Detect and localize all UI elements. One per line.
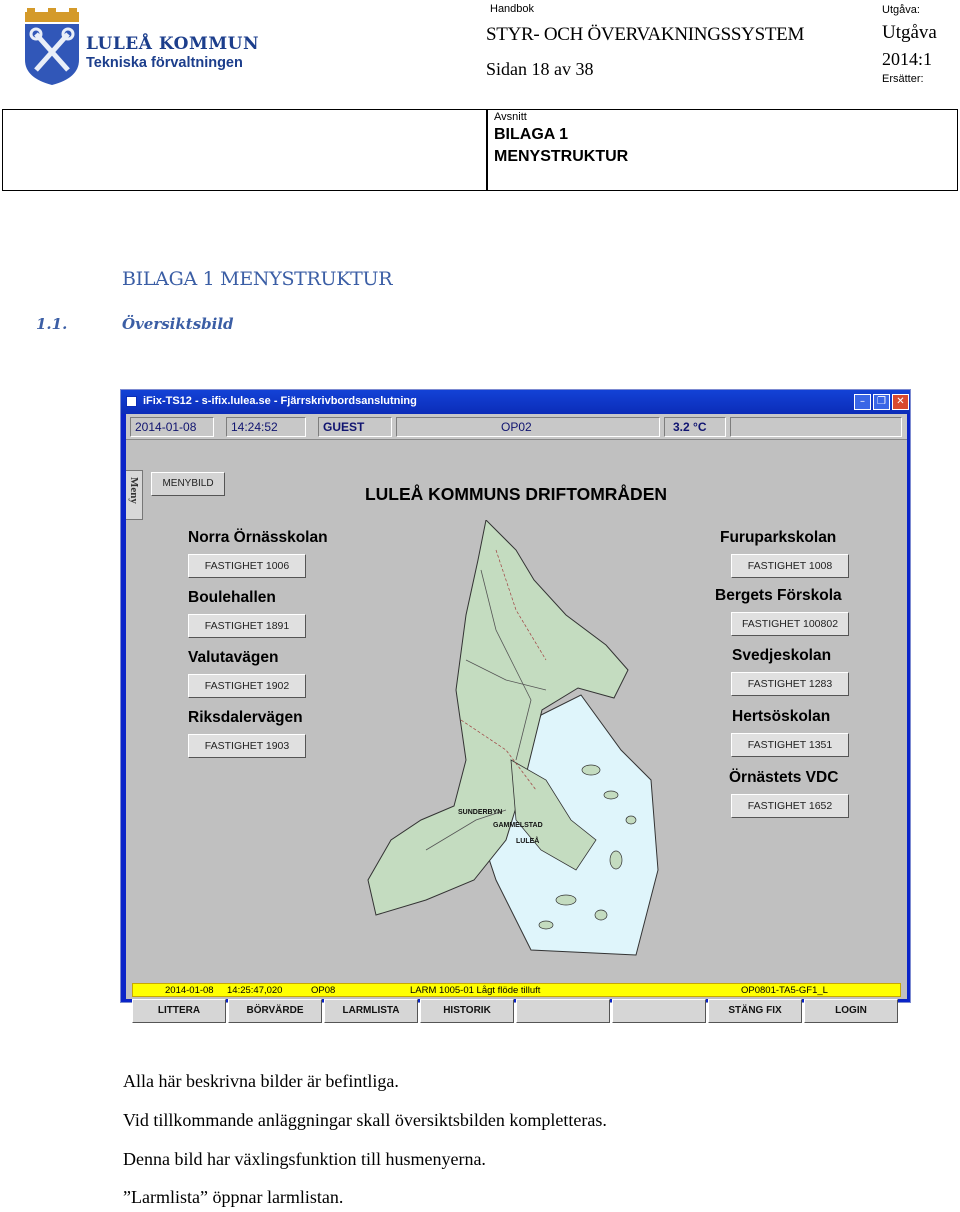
subheading-title: Översiktsbild (122, 315, 234, 333)
lulea-area-map: SUNDERBYN GAMMELSTAD LULEÅ (367, 520, 659, 956)
blank-function-key-5[interactable] (516, 999, 610, 1023)
larmlista-button[interactable]: LARMLISTA (324, 999, 418, 1023)
fastighet-1902-button[interactable]: FASTIGHET 1902 (188, 674, 306, 698)
site-name-boulehallen: Boulehallen (188, 589, 276, 606)
body-paragraph-3: Denna bild har växlingsfunktion till hus… (123, 1149, 486, 1169)
lulea-coat-of-arms-logo (25, 8, 79, 85)
borvarde-button[interactable]: BÖRVÄRDE (228, 999, 322, 1023)
body-paragraph-2: Vid tillkommande anläggningar skall över… (123, 1110, 607, 1130)
handbook-label: Handbok (490, 3, 535, 15)
header-divider (486, 109, 488, 191)
map-label-gammelstad: GAMMELSTAD (493, 822, 543, 829)
app-client-area: 2014-01-08 14:24:52 GUEST OP02 3.2 °C Me… (126, 414, 907, 1023)
site-name-norra-ornasskolan: Norra Örnässkolan (188, 529, 328, 546)
section-label: Avsnitt (494, 111, 527, 123)
site-name-hertsoskolan: Hertsöskolan (732, 708, 831, 725)
historik-button[interactable]: HISTORIK (420, 999, 514, 1023)
org-name: LULEÅ KOMMUN (86, 34, 259, 54)
status-date: 2014-01-08 (130, 417, 214, 437)
section-title-line1: BILAGA 1 (494, 126, 569, 143)
restore-icon[interactable]: ❐ (873, 394, 890, 410)
replaces-label: Ersätter: (882, 73, 924, 85)
window-title: iFix-TS12 - s-ifix.lulea.se - Fjärrskriv… (143, 395, 417, 407)
close-icon[interactable]: ✕ (892, 394, 909, 410)
fastighet-1903-button[interactable]: FASTIGHET 1903 (188, 734, 306, 758)
status-empty-field (730, 417, 902, 437)
site-name-svedjeskolan: Svedjeskolan (732, 647, 832, 664)
alarm-message: LARM 1005-01 Lågt flöde tilluft (410, 985, 541, 996)
document-heading: BILAGA 1 MENYSTRUKTUR (122, 268, 393, 290)
page-number: Sidan 18 av 38 (486, 59, 594, 79)
status-bar: 2014-01-08 14:24:52 GUEST OP02 3.2 °C (126, 414, 907, 440)
body-paragraph-1: Alla här beskrivna bilder är befintliga. (123, 1071, 399, 1091)
alarm-tag: OP0801-TA5-GF1_L (741, 985, 828, 996)
site-name-ornastets-vdc: Örnästets VDC (729, 769, 839, 786)
function-key-bar: LITTERA BÖRVÄRDE LARMLISTA HISTORIK STÄN… (132, 999, 901, 1023)
handbook-title: STYR- OCH ÖVERVAKNINGSSYSTEM (486, 24, 805, 45)
edition-number: 2014:1 (882, 49, 933, 69)
overview-canvas: Meny MENYBILD LULEÅ KOMMUNS DRIFTOMRÅDEN… (126, 440, 907, 1023)
fastighet-1652-button[interactable]: FASTIGHET 1652 (731, 794, 849, 818)
status-temperature: 3.2 °C (664, 417, 726, 437)
edition-label: Utgåva: (882, 4, 920, 16)
site-name-bergets-forskola: Bergets Förskola (715, 587, 842, 604)
subheading-number: 1.1. (36, 315, 68, 333)
body-paragraph-4: ”Larmlista” öppnar larmlistan. (123, 1187, 344, 1207)
fastighet-1891-button[interactable]: FASTIGHET 1891 (188, 614, 306, 638)
app-icon (126, 396, 137, 407)
blank-function-key-6[interactable] (612, 999, 706, 1023)
menu-tab-label: Meny (128, 477, 140, 504)
menybild-button[interactable]: MENYBILD (151, 472, 225, 496)
site-name-riksdalervagen: Riksdalervägen (188, 709, 303, 726)
fastighet-1008-button[interactable]: FASTIGHET 1008 (731, 554, 849, 578)
edition-value: Utgåva (882, 22, 937, 43)
alarm-time: 14:25:47,020 (227, 985, 283, 996)
org-subtitle: Tekniska förvaltningen (86, 55, 243, 71)
status-node: OP02 (396, 417, 660, 437)
littera-button[interactable]: LITTERA (132, 999, 226, 1023)
fastighet-1283-button[interactable]: FASTIGHET 1283 (731, 672, 849, 696)
section-title-line2: MENYSTRUKTUR (494, 148, 629, 165)
map-label-sunderbyn: SUNDERBYN (458, 809, 502, 816)
site-name-furuparkskolan: Furuparkskolan (720, 529, 837, 546)
minimize-icon[interactable]: – (854, 394, 871, 410)
overview-title: LULEÅ KOMMUNS DRIFTOMRÅDEN (364, 484, 668, 504)
map-label-lulea: LULEÅ (516, 836, 539, 845)
fastighet-100802-button[interactable]: FASTIGHET 100802 (731, 612, 849, 636)
alarm-bar[interactable]: 2014-01-08 14:25:47,020 OP08 LARM 1005-0… (126, 983, 907, 997)
fastighet-1006-button[interactable]: FASTIGHET 1006 (188, 554, 306, 578)
login-button[interactable]: LOGIN (804, 999, 898, 1023)
site-name-valutavagen: Valutavägen (188, 649, 279, 666)
header-table (2, 109, 958, 191)
app-window-screenshot: iFix-TS12 - s-ifix.lulea.se - Fjärrskriv… (120, 389, 911, 1023)
alarm-node: OP08 (311, 985, 336, 996)
menu-tab[interactable]: Meny (126, 470, 143, 520)
fastighet-1351-button[interactable]: FASTIGHET 1351 (731, 733, 849, 757)
alarm-line[interactable]: 2014-01-08 14:25:47,020 OP08 LARM 1005-0… (132, 983, 901, 997)
status-time: 14:24:52 (226, 417, 306, 437)
status-user: GUEST (318, 417, 392, 437)
alarm-date: 2014-01-08 (165, 985, 214, 996)
window-titlebar: iFix-TS12 - s-ifix.lulea.se - Fjärrskriv… (121, 390, 910, 414)
stang-fix-button[interactable]: STÄNG FIX (708, 999, 802, 1023)
